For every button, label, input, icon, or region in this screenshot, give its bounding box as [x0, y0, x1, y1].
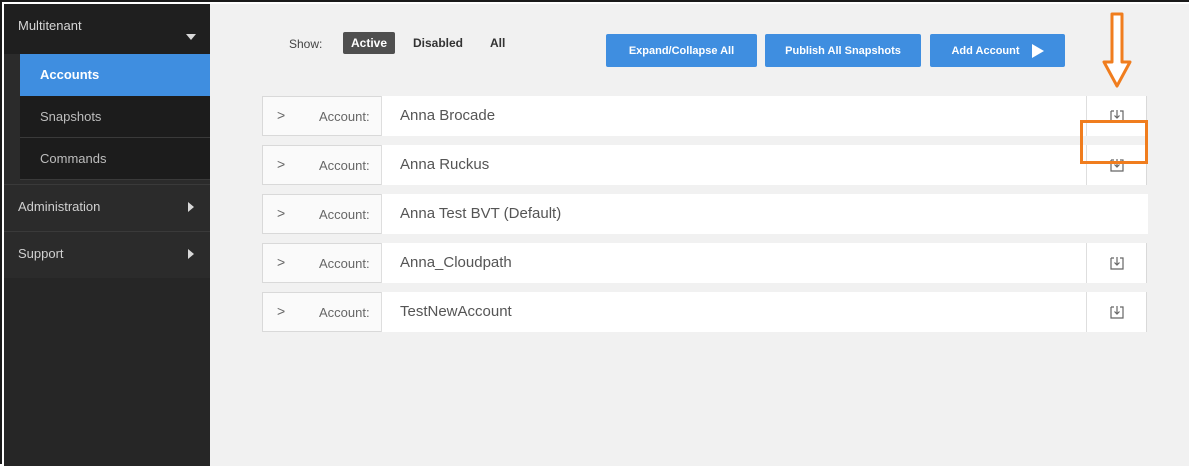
- sidebar-item-label: Snapshots: [40, 109, 102, 124]
- account-name: Anna Brocade: [400, 107, 496, 124]
- account-field-label: Account:: [319, 256, 370, 271]
- down-arrow-callout-icon: [1102, 12, 1132, 88]
- account-name-cell: Anna Brocade: [381, 96, 1087, 136]
- button-label: Add Account: [951, 44, 1020, 57]
- download-snapshot-icon[interactable]: [1109, 304, 1125, 320]
- download-snapshot-button[interactable]: [1086, 145, 1146, 185]
- button-label: Publish All Snapshots: [785, 44, 901, 57]
- main-content: Show: Active Disabled All Expand/Collaps…: [210, 4, 1189, 466]
- filter-all[interactable]: All: [482, 32, 513, 54]
- sidebar-item-support[interactable]: Support: [4, 231, 210, 278]
- expand-collapse-all-button[interactable]: Expand/Collapse All: [606, 34, 757, 67]
- sidebar-item-label: Commands: [40, 151, 107, 166]
- chevron-down-icon: [186, 34, 196, 40]
- sidebar-empty-area: [4, 278, 210, 466]
- sidebar-item-label: Support: [18, 246, 64, 261]
- account-field-label: Account:: [319, 305, 370, 320]
- download-snapshot-icon[interactable]: [1109, 157, 1125, 173]
- account-row[interactable]: > Account: Anna Brocade: [262, 96, 1147, 136]
- account-name: Anna_Cloudpath: [400, 254, 512, 271]
- account-row[interactable]: > Account: TestNewAccount: [262, 292, 1147, 332]
- sidebar-item-administration[interactable]: Administration: [4, 184, 210, 231]
- account-field-label: Account:: [319, 207, 370, 222]
- button-label: Expand/Collapse All: [628, 44, 735, 57]
- add-account-button[interactable]: Add Account: [930, 34, 1065, 67]
- account-field-label: Account:: [319, 109, 370, 124]
- download-snapshot-button[interactable]: [1086, 96, 1146, 136]
- download-snapshot-icon[interactable]: [1109, 108, 1125, 124]
- account-row[interactable]: > Account: Anna Test BVT (Default): [262, 194, 1148, 234]
- sidebar-item-snapshots[interactable]: Snapshots: [20, 96, 210, 138]
- publish-all-snapshots-button[interactable]: Publish All Snapshots: [765, 34, 921, 67]
- account-name-cell: Anna Test BVT (Default): [381, 194, 1148, 234]
- account-name: TestNewAccount: [400, 303, 512, 320]
- sidebar-item-commands[interactable]: Commands: [20, 138, 210, 180]
- sidebar-item-accounts[interactable]: Accounts: [20, 54, 210, 96]
- download-snapshot-icon[interactable]: [1109, 255, 1125, 271]
- download-snapshot-button[interactable]: [1086, 292, 1146, 332]
- account-field-label: Account:: [319, 158, 370, 173]
- chevron-right-icon: [188, 249, 194, 259]
- account-name-cell: TestNewAccount: [381, 292, 1087, 332]
- account-name: Anna Test BVT (Default): [400, 205, 562, 222]
- account-name-cell: Anna_Cloudpath: [381, 243, 1087, 283]
- account-name-cell: Anna Ruckus: [381, 145, 1087, 185]
- show-filter-label: Show:: [289, 37, 323, 51]
- chevron-right-icon: [188, 202, 194, 212]
- sidebar-group-label: Multitenant: [18, 18, 82, 33]
- filter-disabled[interactable]: Disabled: [405, 32, 471, 54]
- sidebar-item-label: Administration: [18, 199, 101, 214]
- app-frame: Multitenant Accounts Snapshots Commands …: [0, 0, 1189, 466]
- chevron-right-icon[interactable]: >: [277, 156, 285, 172]
- sidebar-group-multitenant[interactable]: Multitenant: [4, 4, 210, 54]
- account-name: Anna Ruckus: [400, 156, 490, 173]
- filter-active[interactable]: Active: [343, 32, 396, 54]
- account-row[interactable]: > Account: Anna Ruckus: [262, 145, 1147, 185]
- sidebar: Multitenant Accounts Snapshots Commands …: [4, 4, 210, 466]
- download-snapshot-button[interactable]: [1086, 243, 1146, 283]
- account-row[interactable]: > Account: Anna_Cloudpath: [262, 243, 1147, 283]
- chevron-right-icon[interactable]: >: [277, 303, 285, 319]
- chevron-right-icon[interactable]: >: [277, 205, 285, 221]
- chevron-right-icon[interactable]: >: [277, 107, 285, 123]
- play-icon: [1031, 43, 1044, 58]
- sidebar-item-label: Accounts: [40, 67, 100, 82]
- chevron-right-icon[interactable]: >: [277, 254, 285, 270]
